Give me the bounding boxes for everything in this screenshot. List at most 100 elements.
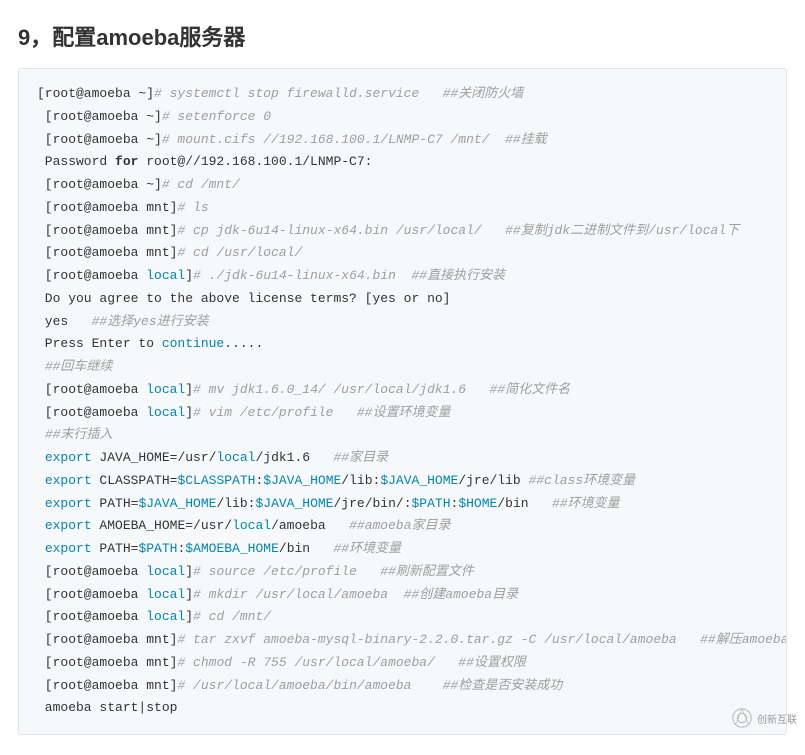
code-line: yes ##选择yes进行安装 [37,311,768,334]
code-line: Password for root@//192.168.100.1/LNMP-C… [37,151,768,174]
code-line: Press Enter to continue..... [37,333,768,356]
watermark-text: 创新互联 [757,711,797,726]
code-segment: [root@amoeba ~] [37,177,162,192]
code-segment: continue [162,336,224,351]
code-segment: ] [185,405,193,420]
code-line: [root@amoeba local]# ./jdk-6u14-linux-x6… [37,265,768,288]
code-segment: # ./jdk-6u14-linux-x64.bin ##直接执行安装 [193,268,505,283]
code-segment: # systemctl stop firewalld.service ##关闭防… [154,86,523,101]
code-segment: /jre/lib [458,473,528,488]
code-segment: $CLASSPATH [177,473,255,488]
code-segment: export [45,518,92,533]
code-segment: [root@amoeba mnt] [37,655,177,670]
code-segment: local [146,268,185,283]
code-segment: # mkdir /usr/local/amoeba ##创建amoeba目录 [193,587,518,602]
code-segment: $HOME [458,496,497,511]
code-line: amoeba start|stop [37,697,768,720]
code-segment: [root@amoeba [37,382,146,397]
code-segment: ] [185,609,193,624]
code-line: [root@amoeba mnt]# chmod -R 755 /usr/loc… [37,652,768,675]
code-segment: [root@amoeba mnt] [37,632,177,647]
code-segment: ] [185,268,193,283]
code-segment: [root@amoeba mnt] [37,223,177,238]
code-segment: ##环境变量 [334,541,402,556]
code-segment: # chmod -R 755 /usr/local/amoeba/ ##设置权限 [177,655,525,670]
code-line: ##末行插入 [37,424,768,447]
code-segment: export [45,450,92,465]
code-segment: [root@amoeba mnt] [37,200,177,215]
code-line: Do you agree to the above license terms?… [37,288,768,311]
code-segment: $JAVA_HOME [380,473,458,488]
code-segment: export [45,541,92,556]
code-line: ##回车继续 [37,356,768,379]
code-segment: # cd /mnt/ [193,609,271,624]
code-segment: $PATH [138,541,177,556]
code-segment: $JAVA_HOME [263,473,341,488]
code-segment: ##回车继续 [45,359,113,374]
code-line: export PATH=$PATH:$AMOEBA_HOME/bin ##环境变… [37,538,768,561]
code-segment: # ls [177,200,208,215]
code-line: export JAVA_HOME=/usr/local/jdk1.6 ##家目录 [37,447,768,470]
code-segment: [root@amoeba mnt] [37,245,177,260]
code-block: [root@amoeba ~] # systemctl stop firewall… [18,68,787,735]
code-segment: [root@amoeba ~] [37,109,162,124]
code-segment: AMOEBA_HOME=/usr/ [92,518,232,533]
code-segment: ##class环境变量 [529,473,636,488]
code-line: export CLASSPATH=$CLASSPATH:$JAVA_HOME/l… [37,470,768,493]
code-segment: [root@amoeba ~] [37,132,162,147]
code-segment: local [146,405,185,420]
code-segment: ##amoeba家目录 [349,518,450,533]
code-segment: /lib: [216,496,255,511]
code-segment: # cp jdk-6u14-linux-x64.bin /usr/local/ … [177,223,739,238]
code-segment [37,427,45,442]
code-line: export PATH=$JAVA_HOME/lib:$JAVA_HOME/jr… [37,493,768,516]
code-segment [37,450,45,465]
code-segment [37,473,45,488]
code-segment: $JAVA_HOME [255,496,333,511]
code-line: [root@amoeba mnt]# cd /usr/local/ [37,242,768,265]
code-segment: PATH= [92,496,139,511]
code-segment: for [115,154,138,169]
section-heading: 9，配置amoeba服务器 [0,0,805,68]
code-line: [root@amoeba mnt]# tar zxvf amoeba-mysql… [37,629,768,652]
code-segment: Do you agree to the above license terms?… [37,291,450,306]
code-segment: # vim /etc/profile ##设置环境变量 [193,405,450,420]
code-segment: $AMOEBA_HOME [185,541,279,556]
code-line: [root@amoeba mnt]# ls [37,197,768,220]
code-segment: # /usr/local/amoeba/bin/amoeba ##检查是否安装成… [177,678,562,693]
code-segment: /lib: [341,473,380,488]
code-segment: ##选择yes进行安装 [92,314,209,329]
code-segment: ..... [224,336,263,351]
code-segment: [root@amoeba [37,405,146,420]
code-segment: # tar zxvf amoeba-mysql-binary-2.2.0.tar… [177,632,787,647]
code-segment: [root@amoeba [37,609,146,624]
code-line: [root@amoeba local]# mv jdk1.6.0_14/ /us… [37,379,768,402]
code-line: [root@amoeba ~]# mount.cifs //192.168.10… [37,129,768,152]
code-segment [37,518,45,533]
code-segment: ] [185,587,193,602]
code-segment: [root@amoeba [37,268,146,283]
code-segment: ] [185,382,193,397]
code-segment: local [146,609,185,624]
code-segment: ##环境变量 [552,496,620,511]
code-line: export AMOEBA_HOME=/usr/local/amoeba ##a… [37,515,768,538]
code-segment: # mv jdk1.6.0_14/ /usr/local/jdk1.6 ##简化… [193,382,570,397]
code-line: [root@amoeba mnt]# /usr/local/amoeba/bin… [37,675,768,698]
code-segment: ] [185,564,193,579]
watermark-logo-icon [731,707,753,729]
code-segment: /bin [497,496,552,511]
code-line: [root@amoeba ~]# setenforce 0 [37,106,768,129]
code-segment: local [232,518,271,533]
code-segment: root@//192.168.100.1/LNMP-C7: [138,154,372,169]
code-line: [root@amoeba local]# mkdir /usr/local/am… [37,584,768,607]
code-segment [37,359,45,374]
code-segment: /jdk1.6 [255,450,333,465]
code-line: [root@amoeba ~]# cd /mnt/ [37,174,768,197]
code-segment: [root@amoeba [37,564,146,579]
watermark: 创新互联 [731,707,797,729]
code-segment: $PATH [412,496,451,511]
code-segment: /amoeba [271,518,349,533]
code-segment: export [45,473,92,488]
code-segment: yes [37,314,92,329]
code-segment: PATH= [92,541,139,556]
